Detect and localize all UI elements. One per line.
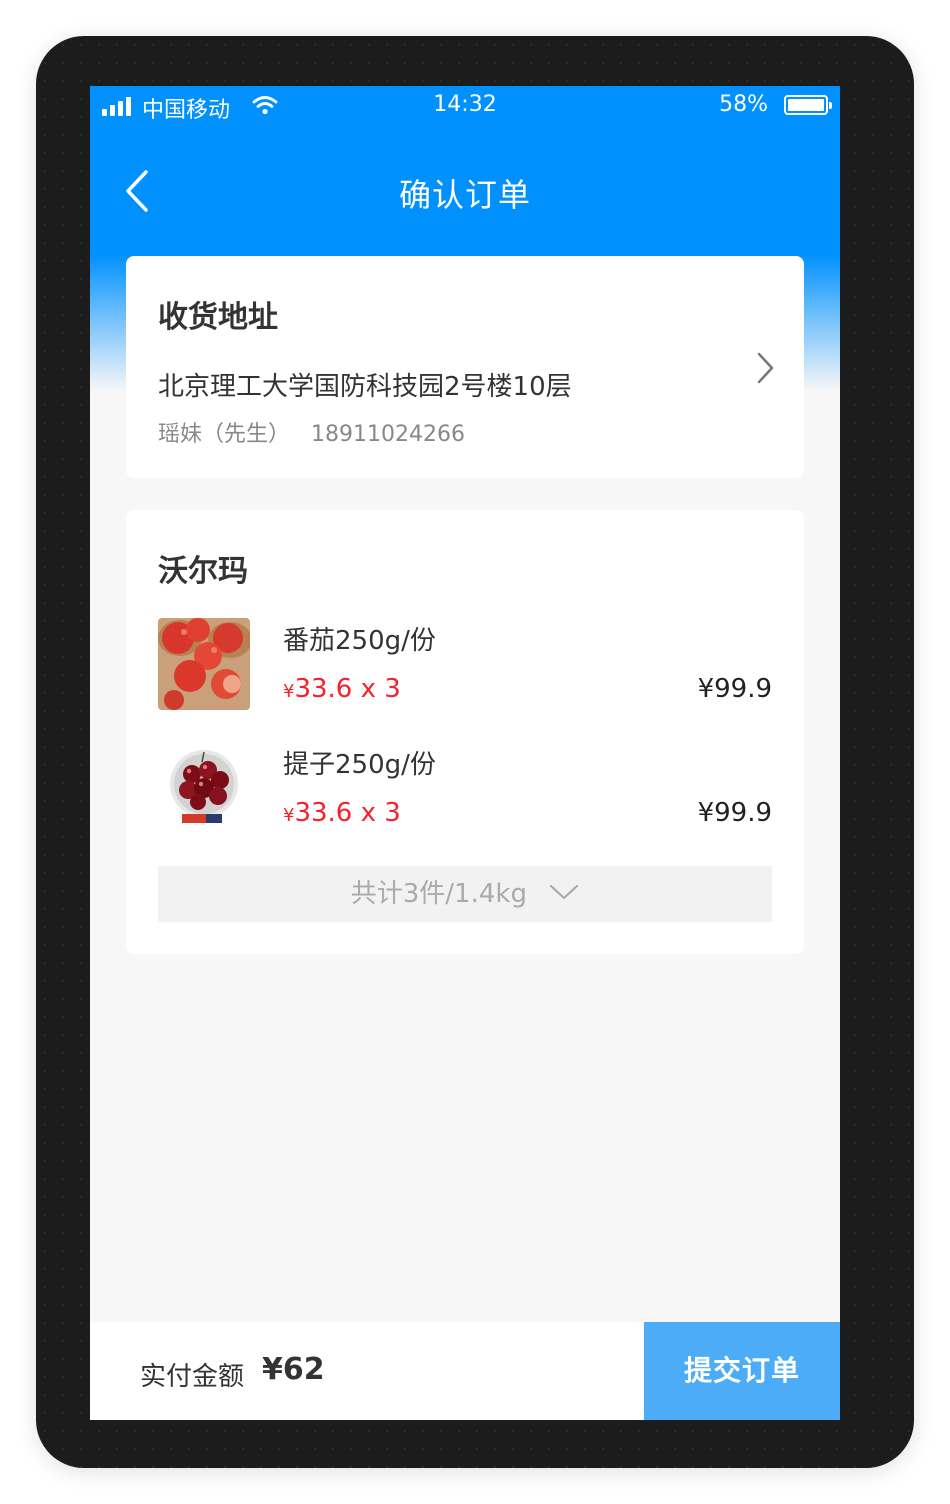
- address-section-title: 收货地址: [158, 300, 278, 335]
- address-card[interactable]: 收货地址 北京理工大学国防科技园2号楼10层 瑶妹（先生） 1891102426…: [126, 256, 804, 478]
- item-price: ¥33.6 x 3: [283, 798, 401, 828]
- list-item[interactable]: 番茄250g/份 ¥33.6 x 3 ¥99.9: [158, 618, 772, 714]
- status-bar: 中国移动 14:32 58%: [90, 86, 840, 126]
- tomato-image: [158, 618, 250, 710]
- contact-info: 瑶妹（先生） 18911024266: [158, 416, 465, 448]
- item-price: ¥33.6 x 3: [283, 674, 401, 704]
- total-label: 实付金额: [140, 1362, 245, 1392]
- page-title: 确认订单: [398, 176, 531, 214]
- address-line: 北京理工大学国防科技园2号楼10层: [158, 372, 572, 402]
- total-amount: ¥62: [262, 1352, 325, 1387]
- list-item[interactable]: 提子250g/份 ¥33.6 x 3 ¥99.9: [158, 742, 772, 838]
- checkout-bar: 实付金额 ¥62 提交订单: [90, 1322, 840, 1420]
- item-subtotal: ¥99.9: [697, 798, 772, 828]
- chevron-down-icon: [550, 884, 579, 899]
- item-summary-toggle[interactable]: 共计3件/1.4kg: [158, 866, 772, 922]
- item-subtotal: ¥99.9: [697, 674, 772, 704]
- submit-order-button[interactable]: 提交订单: [644, 1322, 840, 1420]
- battery-percent: 58%: [719, 92, 768, 117]
- item-name: 番茄250g/份: [283, 626, 436, 656]
- store-name: 沃尔玛: [158, 554, 248, 589]
- battery-icon: [784, 95, 832, 115]
- item-name: 提子250g/份: [283, 750, 436, 780]
- app-screen: 中国移动 14:32 58% 确认订单 收货地址 北京理工大学国防科技园2号楼1…: [90, 86, 840, 1420]
- item-summary-text: 共计3件/1.4kg: [350, 879, 527, 909]
- grapes-image: [158, 742, 250, 834]
- nav-bar: 确认订单: [90, 146, 840, 236]
- chevron-right-icon[interactable]: [756, 352, 774, 384]
- contact-name: 瑶妹（先生）: [158, 422, 291, 447]
- store-card: 沃尔玛 番茄250g/份 ¥33.6 x 3 ¥99.9 提子250g/份 ¥3…: [126, 510, 804, 954]
- contact-phone: 18911024266: [311, 422, 465, 447]
